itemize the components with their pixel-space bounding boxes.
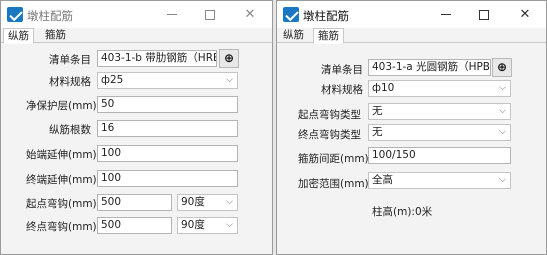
column-height-text: 柱高(m):0米	[372, 206, 433, 218]
chevron-down-icon: ⌵	[499, 175, 506, 185]
list-item-field[interactable]: 403-1-b 带肋钢筋（HRB4	[97, 50, 217, 67]
end-extension-field[interactable]: 100	[97, 170, 238, 187]
start-extension-label: 始端延伸(mm)	[26, 149, 97, 161]
start-hook-type-select[interactable]: 无 ⌵	[368, 103, 511, 120]
chevron-down-icon: ⌵	[499, 106, 506, 116]
maximize-icon	[205, 9, 215, 20]
title-bar[interactable]: 墩柱配筋 ✕	[277, 1, 546, 28]
count-field[interactable]: 16	[97, 120, 238, 137]
spec-select[interactable]: ф25 ⌵	[97, 72, 238, 89]
window-title: 墩柱配筋	[303, 9, 349, 23]
end-hook-label: 终点弯钩(mm)	[26, 221, 97, 233]
spec-label: 材料规格	[49, 76, 91, 88]
count-label: 纵筋根数	[49, 124, 91, 136]
start-hook-type-value: 无	[372, 105, 383, 117]
chevron-down-icon: ⌵	[499, 127, 506, 137]
search-button[interactable]: ⊕	[492, 58, 512, 77]
start-hook-field[interactable]: 500	[97, 194, 172, 211]
dense-range-label: 加密范围(mm)	[298, 178, 369, 190]
close-button[interactable]: ✕	[506, 1, 544, 28]
start-hook-label: 起点弯钩(mm)	[26, 198, 97, 210]
chevron-down-icon: ⌵	[226, 197, 233, 207]
chevron-down-icon: ⌵	[226, 220, 233, 230]
start-extension-field[interactable]: 100	[97, 145, 238, 162]
end-extension-label: 终端延伸(mm)	[26, 174, 97, 186]
start-hook-angle-value: 90度	[181, 196, 205, 208]
app-logo-icon	[7, 7, 23, 22]
maximize-icon	[479, 9, 489, 20]
spec-select[interactable]: ф10 ⌵	[368, 80, 511, 97]
minimize-icon	[167, 14, 177, 15]
search-icon: ⊕	[496, 60, 508, 74]
search-icon: ⊕	[223, 51, 235, 65]
spacing-field[interactable]: 100/150	[368, 147, 511, 164]
close-icon: ✕	[519, 7, 531, 22]
list-item-label: 清单条目	[321, 64, 363, 76]
tab-longitudinal[interactable]: 纵筋	[3, 28, 34, 44]
maximize-button[interactable]	[465, 1, 503, 28]
title-bar[interactable]: 墩柱配筋 ✕	[1, 1, 272, 28]
end-hook-field[interactable]: 500	[97, 217, 172, 234]
start-hook-type-label: 起点弯钩类型	[298, 109, 361, 121]
left-dialog-window: 墩柱配筋 ✕ 纵筋 箍筋 清单条目 403-1-b 带肋钢筋（HRB4 ⊕ 材料…	[0, 0, 273, 255]
spec-label: 材料规格	[321, 84, 363, 96]
maximize-button[interactable]	[191, 1, 229, 28]
tab-longitudinal[interactable]: 纵筋	[279, 28, 308, 43]
end-hook-angle-value: 90度	[181, 219, 205, 231]
end-hook-type-label: 终点弯钩类型	[298, 129, 361, 141]
chevron-down-icon: ⌵	[499, 83, 506, 93]
cover-field[interactable]: 50	[97, 96, 238, 113]
spec-value: ф10	[372, 82, 395, 94]
end-hook-type-value: 无	[372, 126, 383, 138]
minimize-button[interactable]	[153, 1, 191, 28]
tab-stirrup[interactable]: 箍筋	[41, 28, 70, 43]
spacing-label: 箍筋间距(mm)	[298, 153, 369, 165]
tab-bar: 纵筋 箍筋	[1, 28, 272, 44]
end-hook-type-select[interactable]: 无 ⌵	[368, 124, 511, 141]
spec-value: ф25	[101, 74, 124, 86]
dense-range-value: 全高	[372, 174, 393, 186]
right-dialog-window: 墩柱配筋 ✕ 纵筋 箍筋 清单条目 403-1-a 光圆钢筋（HPB3 ⊕ 材料…	[276, 0, 547, 255]
dense-range-select[interactable]: 全高 ⌵	[368, 172, 511, 189]
minimize-button[interactable]	[427, 1, 465, 28]
chevron-down-icon: ⌵	[226, 75, 233, 85]
search-button[interactable]: ⊕	[219, 49, 239, 68]
cover-label: 净保护层(mm)	[26, 100, 97, 112]
list-item-label: 清单条目	[49, 54, 91, 66]
end-hook-angle-select[interactable]: 90度 ⌵	[177, 217, 238, 234]
minimize-icon	[441, 14, 451, 15]
window-title: 墩柱配筋	[27, 9, 73, 23]
start-hook-angle-select[interactable]: 90度 ⌵	[177, 194, 238, 211]
tab-stirrup[interactable]: 箍筋	[313, 28, 344, 44]
close-button[interactable]: ✕	[231, 1, 269, 28]
list-item-field[interactable]: 403-1-a 光圆钢筋（HPB3	[368, 59, 491, 76]
close-icon: ✕	[244, 7, 256, 22]
app-logo-icon	[283, 7, 299, 22]
tab-bar: 纵筋 箍筋	[277, 28, 546, 44]
